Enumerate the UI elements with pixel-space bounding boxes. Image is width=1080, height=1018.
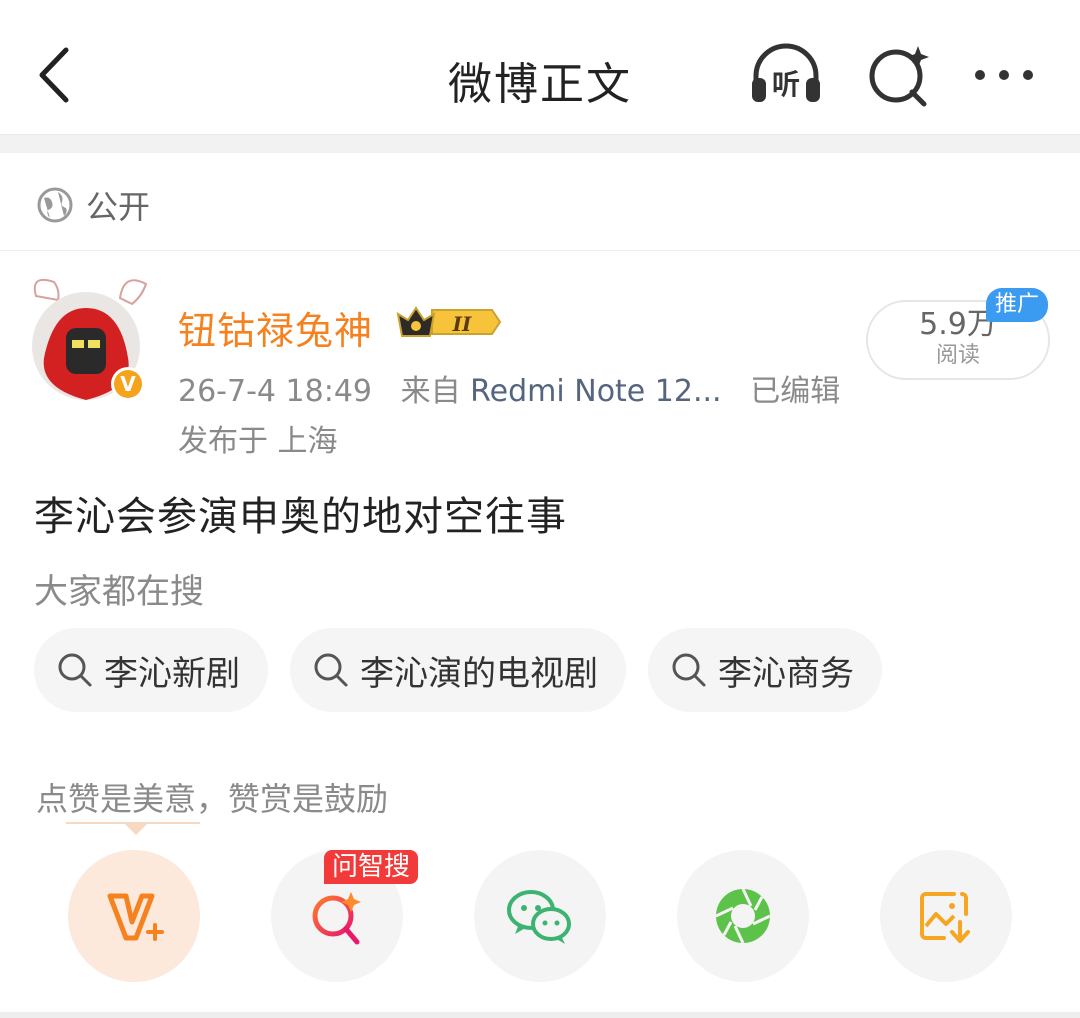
search-chip-label: 李沁演的电视剧: [360, 653, 598, 694]
search-icon: [58, 653, 92, 687]
search-chip-label: 李沁商务: [718, 653, 854, 694]
globe-icon: [37, 187, 73, 223]
author-name[interactable]: 钮钴禄兔神: [178, 300, 373, 355]
share-wechat-button[interactable]: [474, 850, 606, 982]
moments-aperture-icon: [715, 888, 771, 944]
vip-level: II: [452, 312, 472, 336]
search-chip[interactable]: 李沁新剧: [34, 628, 268, 712]
promote-badge[interactable]: 推广: [986, 288, 1048, 322]
ai-search-icon[interactable]: [862, 38, 942, 112]
share-moments-button[interactable]: [677, 850, 809, 982]
search-chip-list: 李沁新剧 李沁演的电视剧 李沁商务: [34, 628, 882, 712]
search-chip[interactable]: 李沁演的电视剧: [290, 628, 626, 712]
visibility-label: 公开: [86, 188, 151, 226]
more-options-icon[interactable]: [966, 38, 1046, 112]
visibility-indicator: 公开: [36, 178, 150, 232]
post-timestamp: 26-7-4 18:49: [178, 374, 372, 409]
search-chip[interactable]: 李沁商务: [648, 628, 882, 712]
post-location: 发布于 上海: [178, 424, 338, 459]
top-bar: 微博正文 听: [0, 0, 1080, 134]
save-image-button[interactable]: [880, 850, 1012, 982]
vip-crown-badge[interactable]: II: [396, 302, 502, 342]
listen-headphones-icon[interactable]: 听: [746, 38, 826, 112]
svg-text:V: V: [120, 372, 136, 396]
save-image-icon: [920, 892, 970, 943]
ai-search-icon: [312, 892, 361, 945]
listen-label: 听: [772, 68, 800, 101]
read-count-label: 阅读: [935, 343, 980, 368]
avatar[interactable]: V: [24, 268, 154, 408]
divider: [0, 250, 1080, 251]
search-icon: [672, 653, 706, 687]
post-text: 李沁会参演申奥的地对空往事: [34, 494, 567, 540]
search-icon: [314, 653, 348, 687]
source-prefix: 来自: [400, 374, 461, 409]
bottom-divider: [0, 1012, 1080, 1018]
search-chip-label: 李沁新剧: [104, 653, 240, 694]
edited-label[interactable]: 已编辑: [750, 374, 840, 409]
reward-button[interactable]: [68, 850, 200, 982]
tooltip-caret: [124, 823, 148, 835]
trending-search-label: 大家都在搜: [34, 572, 204, 612]
wechat-icon: [507, 890, 571, 944]
source-device[interactable]: Redmi Note 12...: [470, 374, 721, 409]
post-meta: 26-7-4 18:49 来自 Redmi Note 12... 已编辑: [178, 366, 840, 410]
v-plus-icon: [107, 893, 164, 941]
ask-search-badge: 问智搜: [324, 850, 419, 884]
appreciation-hint: 点赞是美意，赞赏是鼓励: [36, 780, 389, 818]
section-divider: [0, 134, 1080, 153]
